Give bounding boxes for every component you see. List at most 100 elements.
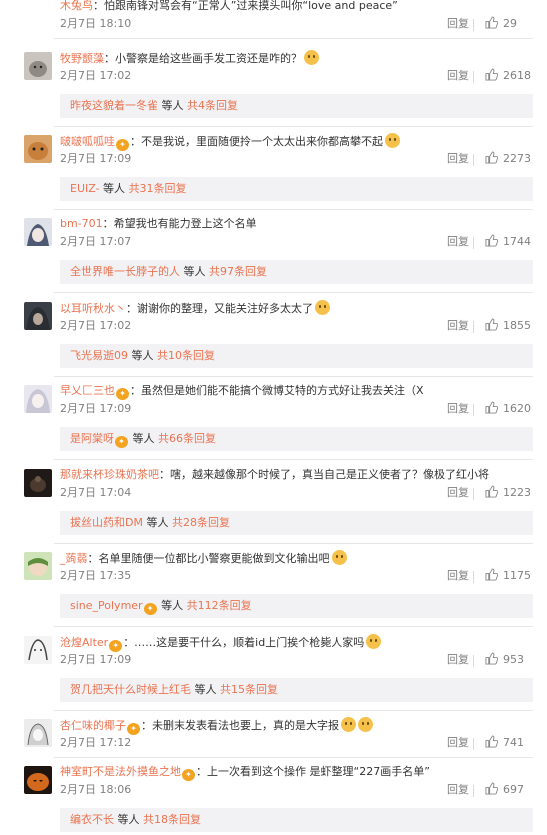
comment-username[interactable]: bm-701 — [60, 217, 103, 230]
comment-text-line: bm-701：希望我也有能力登上这个名单 — [60, 216, 517, 232]
avatar[interactable] — [24, 52, 52, 80]
vip-badge-icon: ✦ — [116, 388, 129, 400]
like-button[interactable]: 697 — [485, 782, 524, 798]
like-button[interactable]: 2273 — [485, 151, 531, 167]
sub-reply-count-link[interactable]: 共4条回复 — [187, 99, 238, 112]
sub-reply-count-link[interactable]: 共10条回复 — [157, 349, 215, 362]
sub-replies-box[interactable]: 编衣不长 等人 共18条回复 — [60, 808, 533, 832]
avatar[interactable] — [24, 218, 52, 246]
vip-badge-icon: ✦ — [115, 436, 128, 448]
thumbs-up-icon — [485, 568, 499, 581]
like-count: 1223 — [503, 486, 531, 499]
comment-username[interactable]: 神室町不是法外摸鱼之地 — [60, 765, 181, 778]
reply-button[interactable]: 回复 — [447, 652, 469, 668]
sub-reply-count-link[interactable]: 共18条回复 — [143, 813, 201, 826]
sub-replies-box[interactable]: 全世界唯一长脖子的人 等人 共97条回复 — [60, 260, 533, 284]
sub-reply-count-link[interactable]: 共31条回复 — [129, 182, 187, 195]
sub-reply-username[interactable]: 飞光易逝09 — [70, 349, 128, 362]
reply-button[interactable]: 回复 — [447, 68, 469, 84]
avatar[interactable] — [24, 385, 52, 413]
comment-date: 2月7日 17:09 — [60, 152, 132, 165]
sub-reply-count-link[interactable]: 共112条回复 — [187, 599, 252, 612]
sub-replies-box[interactable]: 拔丝山药和DM 等人 共28条回复 — [60, 511, 533, 535]
avatar[interactable] — [24, 766, 52, 794]
smiley-emoji-icon — [315, 300, 330, 315]
comment-text-line: 啵啵呱呱哇 ✦ ：不是我说，里面随便拎一个太太出来你都高攀不起 — [60, 133, 517, 151]
sub-replies-box[interactable]: 贺几把天什么时候上红毛 等人 共15条回复 — [60, 678, 533, 702]
sub-reply-others: 等人 — [129, 432, 158, 445]
like-button[interactable]: 741 — [485, 735, 524, 751]
like-button[interactable]: 1620 — [485, 401, 531, 417]
separator — [54, 757, 533, 758]
comment-username[interactable]: 杏仁味的椰子 — [60, 719, 126, 732]
like-button[interactable]: 2618 — [485, 68, 531, 84]
sub-reply-count-link[interactable]: 共97条回复 — [209, 265, 267, 278]
reply-button[interactable]: 回复 — [447, 151, 469, 167]
comment-username[interactable]: 沧煌Alter — [60, 636, 108, 649]
like-button[interactable]: 1175 — [485, 568, 531, 584]
sub-reply-username[interactable]: 贺几把天什么时候上红毛 — [70, 683, 191, 696]
reply-button[interactable]: 回复 — [447, 735, 469, 751]
sub-reply-username[interactable]: sine_Polymer — [70, 599, 143, 612]
avatar[interactable] — [24, 302, 52, 330]
sub-replies-summary: 全世界唯一长脖子的人 等人 共97条回复 — [70, 264, 267, 280]
avatar[interactable] — [24, 636, 52, 664]
sub-reply-username[interactable]: 全世界唯一长脖子的人 — [70, 265, 180, 278]
like-count: 2273 — [503, 152, 531, 165]
comment-username[interactable]: 早乂匚三也 — [60, 384, 115, 397]
sub-replies-box[interactable]: 昨夜这貌着一冬雀 等人 共4条回复 — [60, 94, 533, 118]
comment-username[interactable]: _蒟蒻 — [60, 552, 88, 565]
comment-username[interactable]: 啵啵呱呱哇 — [60, 135, 115, 148]
sub-replies-box[interactable]: EUIZ- 等人 共31条回复 — [60, 177, 533, 201]
reply-button[interactable]: 回复 — [447, 401, 469, 417]
separator — [54, 710, 533, 711]
sub-reply-others: 等人 — [99, 182, 129, 195]
sub-reply-count-link[interactable]: 共66条回复 — [158, 432, 216, 445]
separator — [54, 292, 533, 293]
sub-reply-username[interactable]: 编衣不长 — [70, 813, 114, 826]
comment-username[interactable]: 牧野颤藻 — [60, 52, 104, 65]
comment-text-line: 沧煌Alter ✦ ：……这是要干什么，顺着id上门挨个枪毙人家吗 — [60, 634, 517, 652]
comment-username[interactable]: 那就来杯珍珠奶茶吧 — [60, 468, 159, 481]
divider — [473, 19, 474, 31]
sub-reply-count-link[interactable]: 共15条回复 — [220, 683, 278, 696]
reply-button[interactable]: 回复 — [447, 318, 469, 334]
avatar[interactable] — [24, 552, 52, 580]
avatar[interactable] — [24, 135, 52, 163]
vip-badge-icon: ✦ — [109, 640, 123, 652]
reply-button[interactable]: 回复 — [447, 234, 469, 250]
sub-replies-box[interactable]: sine_Polymer ✦ 等人 共112条回复 — [60, 594, 533, 618]
sub-reply-username[interactable]: EUIZ- — [70, 182, 100, 195]
thumbs-up-icon — [485, 151, 499, 164]
sub-replies-box[interactable]: 飞光易逝09 等人 共10条回复 — [60, 344, 533, 368]
like-count: 1744 — [503, 235, 531, 248]
like-button[interactable]: 953 — [485, 652, 524, 668]
smiley-emoji-icon — [358, 717, 373, 732]
like-button[interactable]: 1744 — [485, 234, 531, 250]
reply-button[interactable]: 回复 — [447, 568, 469, 584]
thumbs-up-icon — [485, 318, 499, 331]
comment-date: 2月7日 17:02 — [60, 69, 132, 82]
reply-button[interactable]: 回复 — [447, 16, 469, 32]
sub-reply-username[interactable]: 昨夜这貌着一冬雀 — [70, 99, 158, 112]
comment-text: ：小警察是给这些画手发工资还是咋的？ — [104, 52, 302, 65]
smiley-emoji-icon — [385, 133, 400, 148]
reply-button[interactable]: 回复 — [447, 485, 469, 501]
sub-replies-summary: 昨夜这貌着一冬雀 等人 共4条回复 — [70, 98, 238, 114]
comment-text-line: _蒟蒻：名单里随便一位都比小警察更能做到文化输出吧 — [60, 550, 517, 567]
reply-button[interactable]: 回复 — [447, 782, 469, 798]
like-button[interactable]: 1223 — [485, 485, 531, 501]
comment-text-line: 神室町不是法外摸鱼之地 ✦ ：上一次看到这个操作 是虾整理“227画手名单” — [60, 764, 517, 781]
comment-text: ：虽然但是她们能不能搞个微博艾特的方式好让我去关注（X — [130, 384, 424, 397]
sub-replies-box[interactable]: 是阿棠呀 ✦ 等人 共66条回复 — [60, 427, 533, 451]
sub-reply-username[interactable]: 拔丝山药和DM — [70, 516, 143, 529]
avatar[interactable] — [24, 719, 52, 747]
avatar[interactable] — [24, 469, 52, 497]
comment-username[interactable]: 以耳听秋水丶 — [60, 302, 126, 315]
comment-username[interactable]: 木兔鸟 — [60, 0, 93, 12]
smiley-emoji-icon — [304, 50, 319, 65]
sub-reply-count-link[interactable]: 共28条回复 — [172, 516, 230, 529]
like-button[interactable]: 29 — [485, 16, 517, 32]
like-button[interactable]: 1855 — [485, 318, 531, 334]
sub-reply-username[interactable]: 是阿棠呀 — [70, 432, 114, 445]
